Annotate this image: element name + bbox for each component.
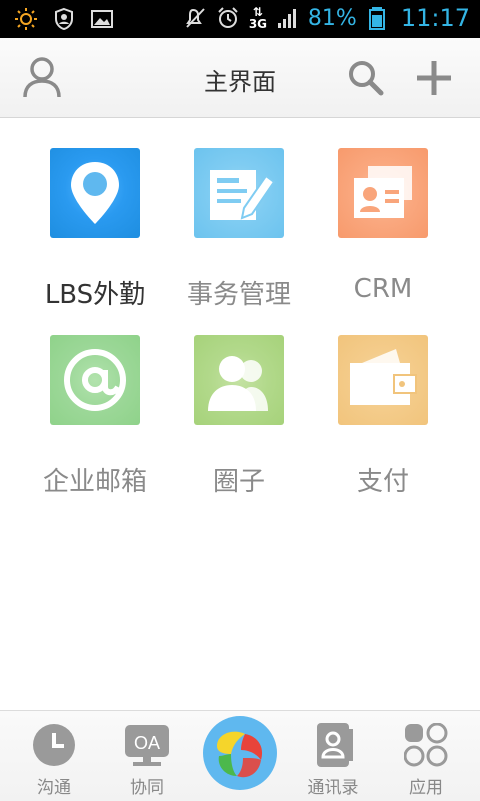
tab-collaborate[interactable]: OA 协同 [99, 711, 195, 798]
tab-label: 协同 [130, 778, 164, 798]
status-bar: ⇅ 3G 81% 11:17 [0, 0, 480, 38]
app-affairs[interactable]: 事务管理 [169, 148, 309, 311]
tab-communicate[interactable]: 沟通 [6, 711, 102, 798]
status-right-icons: ⇅ 3G 81% 11:17 [184, 4, 470, 32]
app-logo-icon [205, 718, 275, 788]
network-type-icon: ⇅ 3G [248, 5, 268, 31]
app-circle[interactable]: 圈子 [169, 335, 309, 498]
app-label: 圈子 [212, 467, 265, 497]
app-label: 事务管理 [186, 280, 291, 310]
page-title: 主界面 [204, 68, 276, 96]
apps-grid-icon [404, 723, 448, 767]
tab-apps[interactable]: 应用 [378, 711, 474, 798]
status-left-icons [14, 7, 114, 31]
app-label: 支付 [356, 467, 409, 497]
app-mail[interactable]: 企业邮箱 [25, 335, 165, 498]
tab-contacts[interactable]: 通讯录 [285, 711, 381, 798]
app-crm[interactable]: CRM [313, 148, 453, 304]
app-label: LBS外勤 [44, 280, 146, 310]
app-logo-button[interactable] [203, 716, 277, 790]
document-edit-icon [194, 148, 284, 238]
account-badge-icon [55, 7, 73, 31]
people-group-icon [194, 335, 284, 425]
alarm-icon [218, 7, 238, 28]
contacts-book-icon [317, 723, 353, 767]
at-sign-icon [50, 335, 140, 425]
bottom-tab-bar: 沟通 OA 协同 通讯录 应用 [0, 710, 480, 801]
search-icon[interactable] [346, 58, 386, 98]
app-lbs[interactable]: LBS外勤 [25, 148, 165, 311]
battery-icon [368, 7, 385, 30]
mute-icon [186, 8, 205, 28]
svg-text:OA: OA [134, 733, 160, 753]
add-icon[interactable] [414, 58, 454, 98]
clock-icon [33, 724, 75, 766]
tab-label: 应用 [409, 778, 443, 798]
clock-time: 11:17 [400, 4, 470, 32]
battery-percent: 81% [307, 5, 357, 31]
brightness-icon [15, 8, 37, 30]
app-pay[interactable]: 支付 [313, 335, 453, 498]
tab-label: 通讯录 [307, 778, 359, 798]
wallet-icon [338, 335, 428, 425]
tab-label: 沟通 [37, 778, 71, 798]
app-label: CRM [353, 274, 413, 304]
app-header: 主界面 [0, 38, 480, 118]
app-label: 企业邮箱 [42, 467, 147, 497]
signal-icon [277, 9, 296, 28]
location-pin-icon [50, 148, 140, 238]
oa-icon: OA [125, 725, 169, 766]
gallery-icon [91, 10, 113, 28]
contact-card-icon [338, 148, 428, 238]
